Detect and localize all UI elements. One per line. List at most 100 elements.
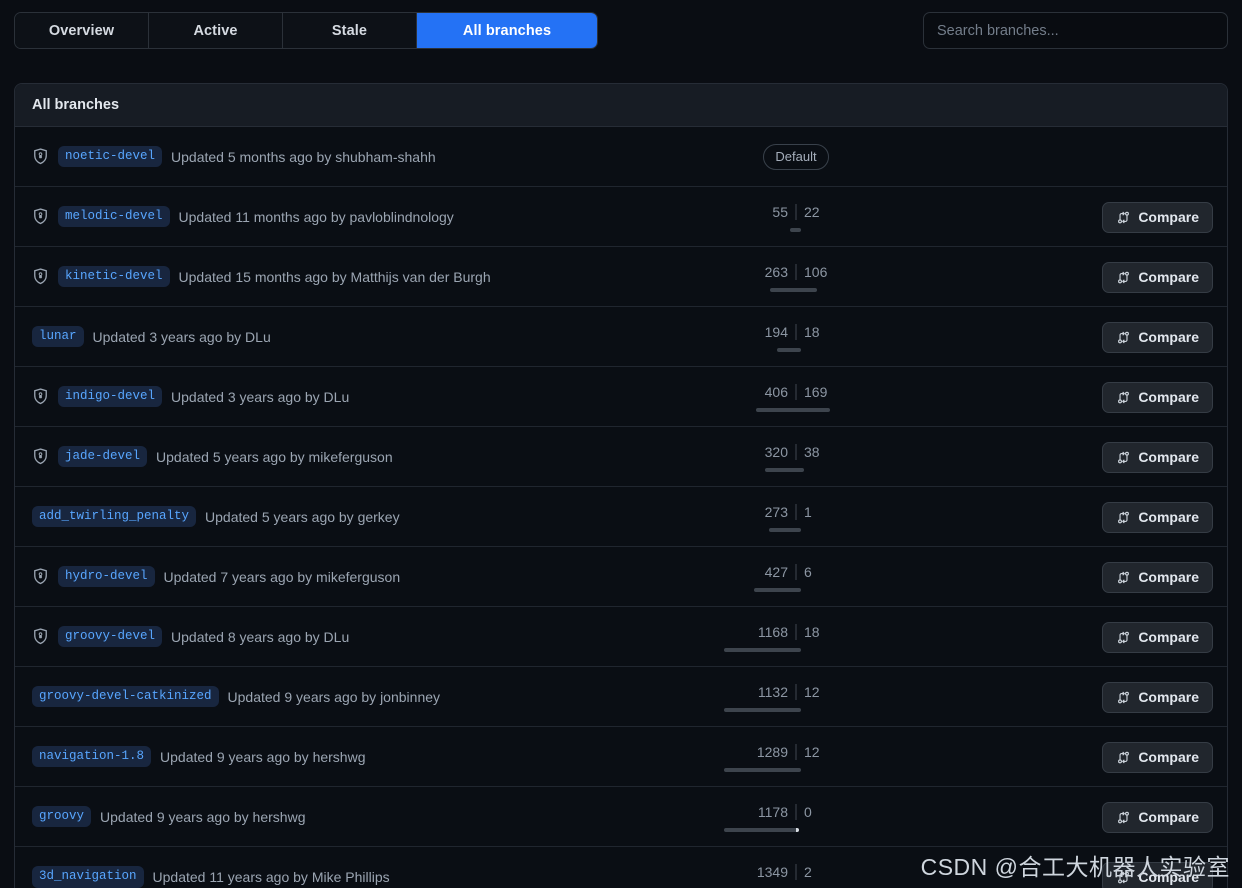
row-actions: Compare (1102, 727, 1213, 787)
row-actions: Compare (1102, 787, 1213, 847)
branch-name-badge[interactable]: lunar (32, 325, 84, 348)
compare-button[interactable]: Compare (1102, 681, 1213, 713)
behind-bar (724, 647, 796, 652)
row-actions: Compare (1102, 487, 1213, 547)
shield-lock-icon (32, 628, 49, 645)
row-actions: Compare (1102, 187, 1213, 247)
branch-name-badge[interactable]: melodic-devel (58, 205, 170, 228)
status-badge: Default (763, 144, 829, 170)
ahead-behind-counts: 320 38 (731, 443, 861, 461)
ahead-behind-bars (724, 767, 861, 772)
branch-name-badge[interactable]: groovy (32, 805, 92, 828)
shield-lock-icon (32, 148, 49, 165)
compare-button[interactable]: Compare (1102, 381, 1213, 413)
ahead-behind-counts: 194 18 (731, 323, 861, 341)
git-compare-icon (1116, 810, 1131, 825)
ahead-behind-counts: 1178 0 (731, 803, 861, 821)
compare-button[interactable]: Compare (1102, 861, 1213, 888)
branch-name-badge[interactable]: groovy-devel (58, 625, 163, 648)
branch-name-badge[interactable]: noetic-devel (58, 145, 163, 168)
git-compare-icon (1116, 510, 1131, 525)
branch-name-badge[interactable]: groovy-devel-catkinized (32, 685, 219, 708)
table-row: melodic-devel Updated 11 months ago by pa… (15, 187, 1227, 247)
behind-bar (724, 827, 796, 832)
shield-lock-icon (32, 268, 49, 285)
ahead-count: 106 (804, 263, 828, 280)
branches-list: noetic-devel Updated 5 months ago by shub… (15, 127, 1227, 888)
branch-info: 3d_navigation Updated 11 years ago by Mik… (32, 866, 390, 888)
branch-info: melodic-devel Updated 11 months ago by pa… (32, 205, 454, 228)
ahead-behind-counts: 273 1 (731, 503, 861, 521)
ahead-behind-bars (731, 347, 861, 352)
ahead-bar (796, 407, 830, 412)
compare-button[interactable]: Compare (1102, 201, 1213, 233)
ahead-behind-bars (731, 467, 861, 472)
tab-all-branches[interactable]: All branches (417, 13, 597, 48)
compare-button[interactable]: Compare (1102, 261, 1213, 293)
compare-button-label: Compare (1138, 869, 1199, 885)
top-toolbar: Overview Active Stale All branches (14, 12, 1228, 52)
ahead-bar (796, 227, 801, 232)
branch-meta: Updated 5 years ago by gerkey (205, 508, 400, 525)
compare-button[interactable]: Compare (1102, 501, 1213, 533)
ahead-behind-bars (731, 587, 861, 592)
branch-info: add_twirling_penalty Updated 5 years ago … (32, 505, 400, 528)
git-compare-icon (1116, 750, 1131, 765)
behind-bar (769, 527, 796, 532)
branch-name-badge[interactable]: navigation-1.8 (32, 745, 152, 768)
branch-name-badge[interactable]: jade-devel (58, 445, 148, 468)
tab-stale[interactable]: Stale (283, 13, 417, 48)
compare-button[interactable]: Compare (1102, 321, 1213, 353)
ahead-behind-bars (724, 827, 861, 832)
ahead-behind-cell: 1289 12 (724, 727, 861, 787)
behind-count: 1168 (757, 623, 788, 640)
ahead-bar (796, 647, 801, 652)
row-actions: Compare (1102, 247, 1213, 307)
branch-info: groovy-devel Updated 8 years ago by DLu (32, 625, 349, 648)
tab-overview[interactable]: Overview (15, 13, 149, 48)
compare-button-label: Compare (1138, 209, 1199, 225)
branch-info: hydro-devel Updated 7 years ago by mikefe… (32, 565, 400, 588)
compare-button[interactable]: Compare (1102, 741, 1213, 773)
branch-name-badge[interactable]: kinetic-devel (58, 265, 170, 288)
compare-button[interactable]: Compare (1102, 621, 1213, 653)
ahead-behind-bars (724, 707, 861, 712)
ahead-count: 169 (804, 383, 828, 400)
branch-name-badge[interactable]: add_twirling_penalty (32, 505, 197, 528)
ahead-behind-counts: 1132 12 (731, 683, 861, 701)
table-row: 3d_navigation Updated 11 years ago by Mik… (15, 847, 1227, 888)
compare-button-label: Compare (1138, 689, 1199, 705)
behind-count: 1178 (757, 803, 788, 820)
behind-bar (724, 707, 796, 712)
branch-name-badge[interactable]: 3d_navigation (32, 866, 144, 888)
row-actions: Compare (1102, 427, 1213, 487)
compare-button[interactable]: Compare (1102, 561, 1213, 593)
ahead-bar (796, 587, 801, 592)
row-actions: Compare (1102, 847, 1213, 888)
branch-name-badge[interactable]: hydro-devel (58, 565, 155, 588)
compare-button-label: Compare (1138, 329, 1199, 345)
git-compare-icon (1116, 330, 1131, 345)
git-compare-icon (1116, 690, 1131, 705)
tab-active[interactable]: Active (149, 13, 283, 48)
compare-button[interactable]: Compare (1102, 801, 1213, 833)
default-branch-cell: Default (731, 127, 861, 187)
behind-bar (770, 287, 796, 292)
compare-button-label: Compare (1138, 749, 1199, 765)
branch-info: noetic-devel Updated 5 months ago by shub… (32, 145, 436, 168)
branch-meta: Updated 11 years ago by Mike Phillips (152, 869, 390, 885)
git-compare-icon (1116, 210, 1131, 225)
ahead-bar (796, 467, 804, 472)
behind-bar (765, 467, 796, 472)
behind-count: 406 (764, 383, 788, 400)
behind-bar (777, 347, 796, 352)
search-branches-input[interactable] (923, 12, 1228, 49)
branch-name-badge[interactable]: indigo-devel (58, 385, 163, 408)
table-row: add_twirling_penalty Updated 5 years ago … (15, 487, 1227, 547)
ahead-behind-counts: 1289 12 (731, 743, 861, 761)
row-actions: Compare (1102, 547, 1213, 607)
branch-info: navigation-1.8 Updated 9 years ago by her… (32, 745, 366, 768)
compare-button[interactable]: Compare (1102, 441, 1213, 473)
ahead-count: 18 (804, 323, 820, 340)
ahead-behind-bars (731, 527, 861, 532)
